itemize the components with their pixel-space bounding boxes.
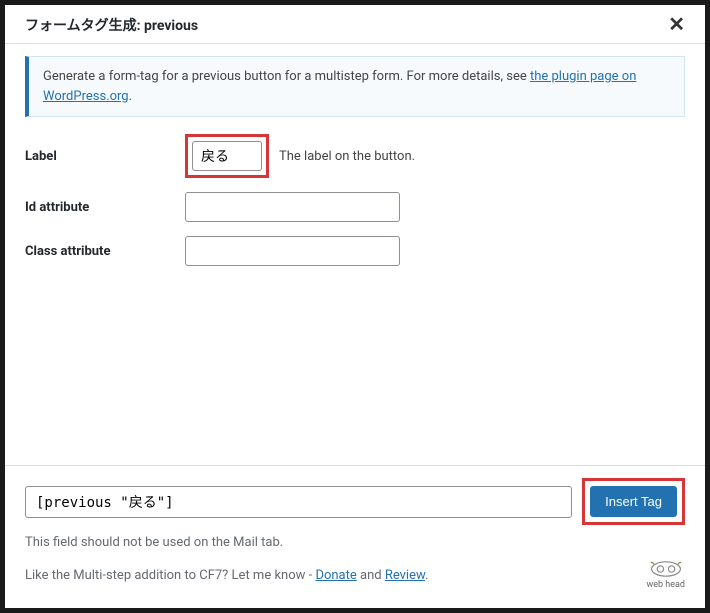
modal-footer: Insert Tag This field should not be used… [5, 465, 705, 608]
modal-title: フォームタグ生成: previous [25, 15, 198, 35]
webhead-text: web head [646, 581, 685, 590]
info-text-after: . [129, 89, 132, 104]
form-tag-generator-modal: フォームタグ生成: previous ✕ Generate a form-tag… [5, 5, 705, 608]
id-input-wrap [185, 192, 400, 222]
footer-bottom: Like the Multi-step addition to CF7? Let… [25, 560, 685, 590]
label-input[interactable] [192, 141, 262, 171]
class-input[interactable] [185, 236, 400, 266]
form-row-id: Id attribute [25, 192, 685, 222]
webhead-icon [650, 560, 682, 578]
insert-button-highlight: Insert Tag [582, 478, 685, 525]
id-label: Id attribute [25, 200, 185, 215]
label-help: The label on the button. [279, 149, 415, 164]
close-icon: ✕ [668, 14, 685, 36]
tag-output[interactable] [25, 486, 572, 518]
class-label: Class attribute [25, 244, 185, 259]
webhead-logo: web head [646, 560, 685, 590]
credits-period: . [425, 568, 428, 583]
credits-and: and [357, 568, 385, 583]
id-input[interactable] [185, 192, 400, 222]
info-box: Generate a form-tag for a previous butto… [25, 56, 685, 117]
form-content: Label The label on the button. Id attrib… [5, 129, 705, 465]
info-text-before: Generate a form-tag for a previous butto… [43, 69, 530, 84]
close-button[interactable]: ✕ [668, 15, 685, 35]
form-row-class: Class attribute [25, 236, 685, 266]
review-link[interactable]: Review [385, 568, 425, 583]
donate-link[interactable]: Donate [315, 568, 356, 583]
label-input-wrap: The label on the button. [185, 134, 415, 178]
form-row-label: Label The label on the button. [25, 134, 685, 178]
form-table: Label The label on the button. Id attrib… [25, 134, 685, 266]
label-highlight [185, 134, 269, 178]
insert-tag-button[interactable]: Insert Tag [590, 486, 677, 517]
label-label: Label [25, 149, 185, 164]
footer-note: This field should not be used on the Mai… [25, 535, 685, 550]
class-input-wrap [185, 236, 400, 266]
footer-credits: Like the Multi-step addition to CF7? Let… [25, 568, 428, 583]
footer-row: Insert Tag [25, 478, 685, 525]
modal-header: フォームタグ生成: previous ✕ [5, 5, 705, 44]
credits-before: Like the Multi-step addition to CF7? Let… [25, 568, 315, 583]
